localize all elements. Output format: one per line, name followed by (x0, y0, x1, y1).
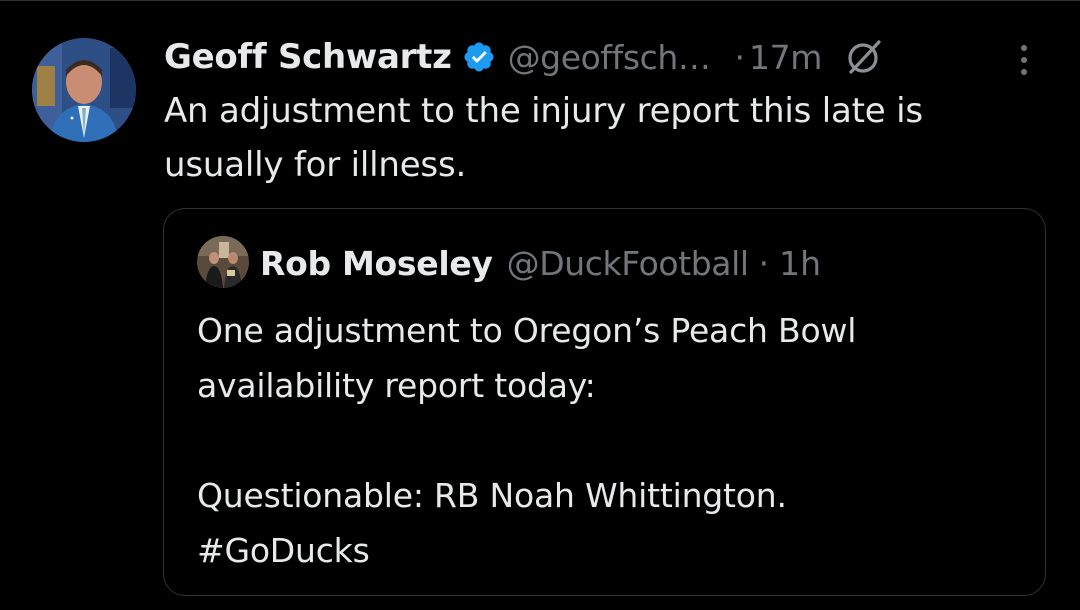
quoted-text-line-2: Questionable: RB Noah Whittington. (197, 476, 787, 515)
quoted-author-handle[interactable]: @DuckFootball (507, 244, 749, 283)
top-divider (0, 0, 1080, 1)
more-options-icon[interactable] (1014, 40, 1034, 80)
quoted-timestamp[interactable]: 1h (779, 244, 821, 283)
avatar[interactable] (32, 38, 136, 142)
hashtag-link[interactable]: #GoDucks (197, 523, 1027, 578)
quoted-tweet-card[interactable]: Rob Moseley @DuckFootball · 1h One adjus… (163, 208, 1046, 596)
verified-badge-icon (462, 40, 496, 74)
author-name[interactable]: Geoff Schwartz (164, 37, 452, 77)
quoted-separator-dot: · (758, 243, 770, 283)
quoted-text-line-1: One adjustment to Oregon’s Peach Bowl av… (197, 311, 857, 405)
author-handle[interactable]: @geoffsch… (508, 38, 711, 77)
quoted-author-avatar[interactable] (197, 236, 249, 288)
timestamp[interactable]: 17m (749, 38, 822, 77)
quoted-author-name[interactable]: Rob Moseley (260, 244, 493, 283)
tweet-text: An adjustment to the injury report this … (164, 91, 923, 185)
quoted-tweet-text: One adjustment to Oregon’s Peach Bowl av… (197, 303, 1027, 578)
tweet-header: Geoff Schwartz @geoffsch… · 17m (164, 30, 1064, 84)
separator-dot: · (734, 37, 746, 77)
quoted-tweet-header: Rob Moseley @DuckFootball · 1h (260, 235, 821, 291)
grok-icon[interactable] (842, 35, 886, 79)
